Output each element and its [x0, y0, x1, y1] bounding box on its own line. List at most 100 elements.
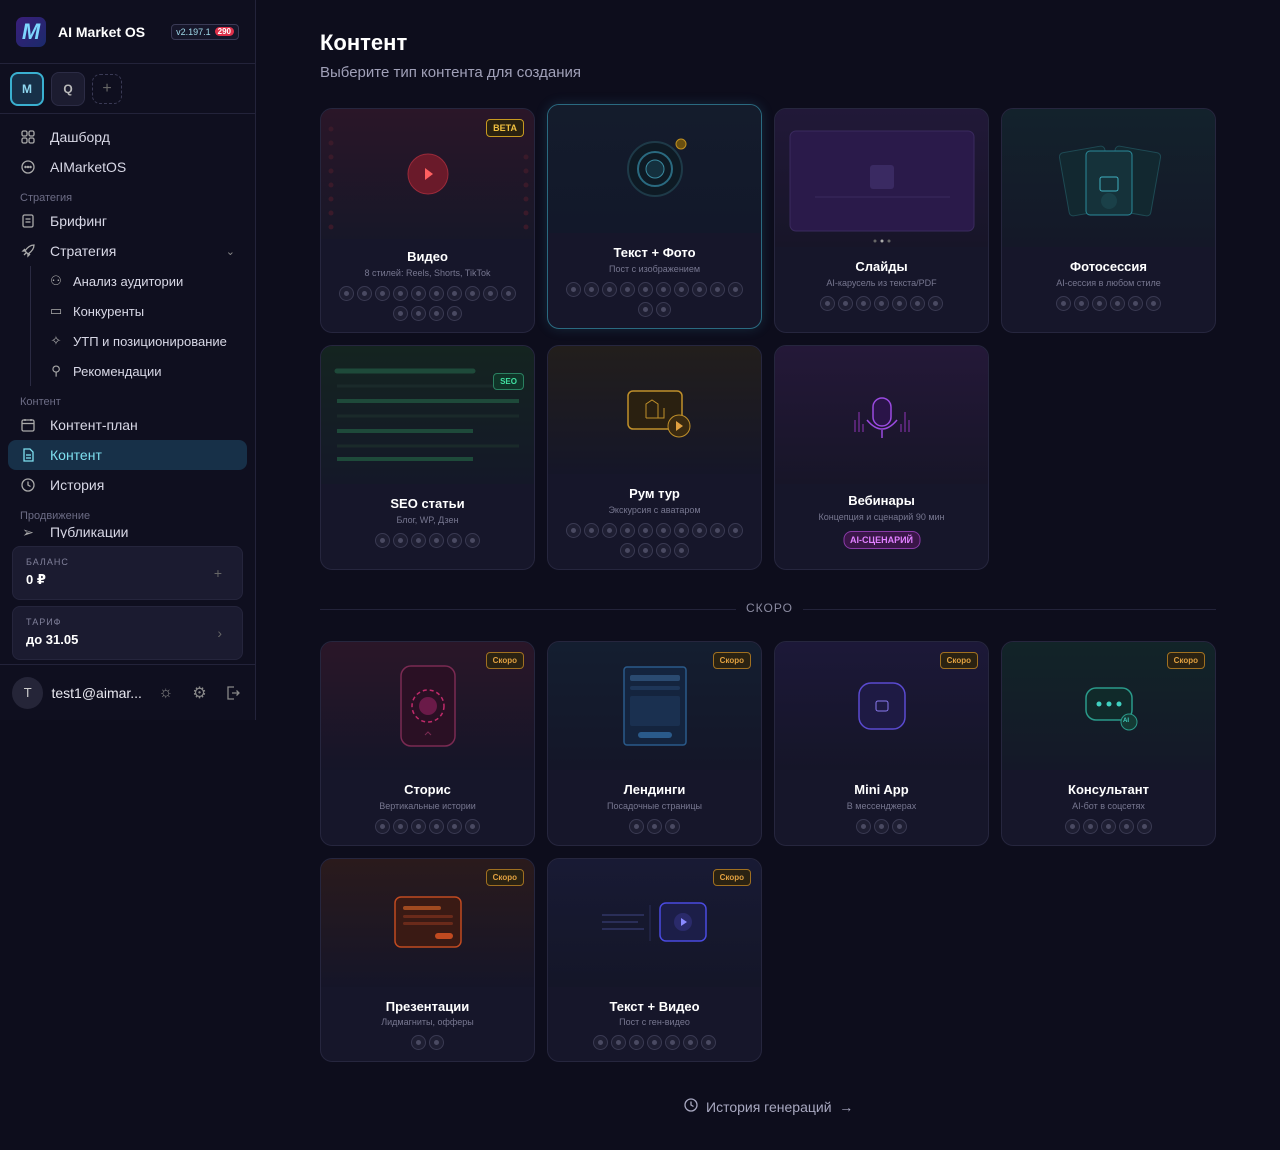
platform-icon [447, 306, 462, 322]
sidebar-item-competitors[interactable]: ▭ Конкуренты [41, 296, 247, 326]
soon-card-consultant[interactable]: AI Скоро Консультант AI-бот в соцсетях [1001, 641, 1216, 846]
gear-icon[interactable]: ⚙ [190, 683, 210, 703]
card-description: AI-карусель из текста/PDF [826, 278, 937, 288]
content-card-photoshoot[interactable]: Фотосессия AI-сессия в любом стиле [1001, 108, 1216, 333]
soon-card-stories[interactable]: Скоро Сторис Вертикальные истории [320, 641, 535, 846]
camera-lens-icon [627, 138, 687, 197]
app-name: AI Market OS [58, 23, 146, 40]
sidebar-item-content-plan[interactable]: Контент-план [8, 410, 247, 440]
document-icon [20, 213, 36, 229]
workspace-button-m[interactable]: M [10, 71, 44, 106]
sidebar-item-strategy[interactable]: Стратегия ⌄ [8, 236, 247, 266]
platform-icon [647, 819, 662, 835]
platform-icon [1146, 296, 1161, 312]
platform-icon [892, 819, 907, 835]
generation-history-link[interactable]: История генераций → [684, 1098, 853, 1115]
platform-icon [692, 282, 707, 298]
platform-icon [602, 523, 617, 539]
platform-icon [375, 819, 390, 835]
chevron-down-icon[interactable]: ⌄ [226, 245, 235, 258]
soon-badge: Скоро [1166, 652, 1205, 669]
platform-icon [710, 282, 725, 298]
add-balance-icon[interactable]: + [214, 565, 222, 581]
content-card-slides[interactable]: Слайды AI-карусель из текста/PDF [774, 108, 989, 333]
platform-icon [584, 282, 599, 298]
platform-icons [556, 1033, 753, 1053]
platform-icon [638, 523, 653, 539]
add-workspace-button[interactable]: + [92, 73, 122, 104]
page-subtitle: Выберите тип контента для создания [320, 64, 581, 81]
platform-icons [1010, 294, 1207, 314]
sidebar-item-recommendations[interactable]: ⚲ Рекомендации [41, 356, 247, 386]
sidebar-item-history[interactable]: История [8, 470, 247, 500]
platform-icon [1137, 819, 1152, 835]
card-preview [1002, 109, 1215, 247]
card-title: Текст + Фото [613, 245, 696, 260]
sidebar-item-usp[interactable]: ✧ УТП и позиционирование [41, 326, 247, 356]
platform-icon [710, 523, 725, 539]
tariff-card[interactable]: ТАРИФ до 31.05 › [12, 606, 243, 660]
app-logo[interactable]: M [16, 16, 46, 47]
platform-icon [339, 286, 354, 302]
platform-icon [357, 286, 372, 302]
section-label-promo: Продвижение [20, 510, 91, 522]
version-badge[interactable]: v2.197.1 290 [171, 23, 239, 40]
content-card-room-tour[interactable]: Рум тур Экскурсия с аватаром [547, 345, 762, 570]
user-panel: T test1@aimar... ☼ ⚙ [0, 664, 255, 720]
sidebar-item-content[interactable]: Контент [8, 440, 247, 470]
section-label-strategy: Стратегия [20, 192, 73, 204]
card-description: Блог, WP, Дзен [396, 515, 459, 525]
platform-icon [566, 523, 581, 539]
tariff-value: до 31.05 [26, 632, 79, 647]
platform-icon [411, 286, 426, 302]
sidebar-item-audience[interactable]: ⚇ Анализ аудитории [41, 266, 247, 296]
platform-icon [1128, 296, 1143, 312]
soon-card-text-video[interactable]: Скоро Текст + Видео Пост с ген-видео [547, 858, 762, 1062]
sidebar-item-brief[interactable]: Брифинг [8, 206, 247, 236]
platform-icon [393, 533, 408, 549]
page-title: Контент [320, 30, 408, 55]
platform-icon [1056, 296, 1071, 312]
sidebar-item-dashboard[interactable]: Дашборд [8, 122, 247, 152]
platform-icon [629, 819, 644, 835]
platform-icon [1083, 819, 1098, 835]
platform-icons [783, 294, 980, 314]
soon-card-landings[interactable]: Скоро Лендинги Посадочные страницы [547, 641, 762, 846]
sidebar-item-label: Дашборд [50, 129, 110, 145]
soon-label: СКОРО [736, 601, 803, 615]
platform-icon [465, 286, 480, 302]
card-description: 8 стилей: Reels, Shorts, TikTok [364, 268, 491, 278]
section-label-content: Контент [20, 396, 61, 408]
sidebar-item-publications[interactable]: ➢ Публикации [8, 524, 247, 538]
platform-icon [393, 306, 408, 322]
card-description: AI-бот в соцсетях [1072, 801, 1145, 811]
sidebar-item-aimarketos[interactable]: AIMarketOS [8, 152, 247, 182]
platform-icon [656, 543, 671, 559]
card-preview [321, 346, 534, 484]
platform-icon [647, 1035, 662, 1051]
platform-icon [411, 819, 426, 835]
platform-icon [629, 1035, 644, 1051]
content-card-video[interactable]: BETA Видео 8 стилей: Reels, Shorts, TikT… [320, 108, 535, 333]
sidebar-item-label: Публикации [50, 524, 129, 538]
card-title: SEO статьи [390, 496, 465, 511]
content-card-webinars[interactable]: Вебинары Концепция и сценарий 90 мин AI-… [774, 345, 989, 570]
soon-card-presentations[interactable]: Скоро Презентации Лидмагниты, офферы [320, 858, 535, 1062]
balance-value: 0 ₽ [26, 572, 46, 587]
card-title: Лендинги [623, 782, 686, 797]
platform-icon [620, 543, 635, 559]
sun-icon[interactable]: ☼ [156, 683, 176, 703]
platform-icons [329, 284, 526, 324]
content-card-seo[interactable]: SEO SEO статьи Блог, WP, Дзен [320, 345, 535, 570]
calendar-icon [20, 417, 36, 433]
workspace-button-q[interactable]: Q [51, 71, 85, 106]
logout-icon[interactable] [223, 683, 243, 703]
content-card-text-photo[interactable]: Текст + Фото Пост с изображением [547, 104, 762, 329]
platform-icon [838, 296, 853, 312]
chevron-right-icon: › [217, 625, 222, 641]
sidebar-item-label: Анализ аудитории [73, 273, 184, 289]
avatar[interactable]: T [12, 676, 44, 709]
sidebar-item-label: УТП и позиционирование [73, 333, 227, 349]
platform-icon [465, 819, 480, 835]
soon-card-mini-app[interactable]: Скоро Mini App В мессенджерах [774, 641, 989, 846]
